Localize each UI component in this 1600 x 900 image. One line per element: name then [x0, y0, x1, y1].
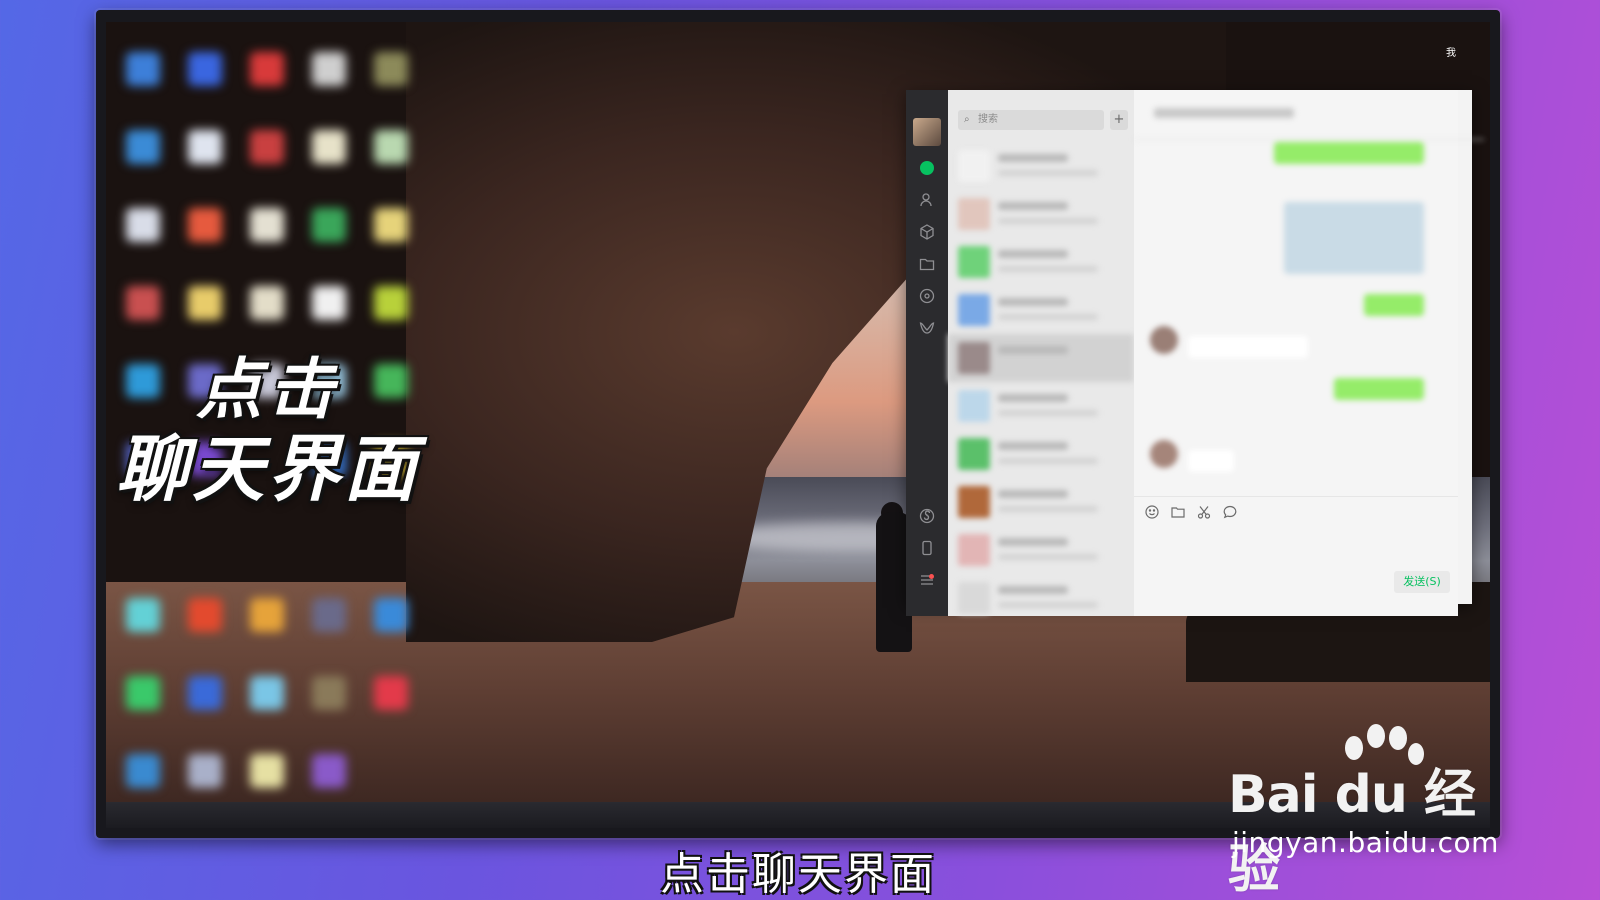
notification-dot [929, 574, 934, 579]
desktop-icon[interactable] [250, 208, 284, 242]
desktop-icon[interactable] [312, 598, 346, 632]
contact-avatar[interactable] [1150, 440, 1178, 468]
chat-list-item[interactable] [948, 478, 1134, 526]
send-button[interactable]: 发送(S) [1394, 571, 1450, 593]
desktop-icon[interactable] [250, 286, 284, 320]
message-bubble-received[interactable] [1188, 336, 1308, 358]
corner-label: 我 [1446, 48, 1456, 59]
message-bubble-received[interactable] [1188, 450, 1234, 472]
favorites-icon[interactable] [916, 224, 938, 246]
overlay-caption-line2: 聊天界面 [115, 426, 420, 511]
overlay-caption-line1: 点击 [196, 351, 340, 428]
desktop-icon[interactable] [374, 598, 408, 632]
chat-list-item[interactable] [948, 430, 1134, 478]
desktop-icon[interactable] [312, 754, 346, 788]
phone-icon[interactable] [916, 540, 938, 562]
desktop-icon[interactable] [188, 208, 222, 242]
channels-icon[interactable] [916, 320, 938, 342]
chat-list-item[interactable] [948, 142, 1134, 190]
chat-panel[interactable]: 发送(S) [1134, 90, 1484, 616]
chat-list-item[interactable] [948, 574, 1134, 622]
desktop-icon[interactable] [250, 676, 284, 710]
desktop-icon[interactable] [188, 754, 222, 788]
desktop-icon[interactable] [312, 52, 346, 86]
search-input[interactable]: ⌕ 搜索 [958, 110, 1104, 130]
desktop-icon[interactable] [126, 676, 160, 710]
desktop-icon[interactable] [374, 52, 408, 86]
wechat-window: ⌕ 搜索 + 发送(S) [906, 90, 1484, 616]
desktop-icon[interactable] [188, 286, 222, 320]
add-button[interactable]: + [1110, 110, 1128, 130]
desktop-icon[interactable] [188, 676, 222, 710]
desktop-icon[interactable] [188, 52, 222, 86]
chat-list-item[interactable] [948, 526, 1134, 574]
desktop-icon[interactable] [250, 754, 284, 788]
desktop-icon[interactable] [312, 286, 346, 320]
contacts-icon[interactable] [916, 192, 938, 214]
desktop-icon[interactable] [126, 130, 160, 164]
files-icon[interactable] [916, 256, 938, 278]
message-bubble-sent[interactable] [1364, 294, 1424, 316]
desktop-icon[interactable] [126, 52, 160, 86]
video-subtitle: 点击聊天界面 [660, 849, 936, 900]
desktop-icon[interactable] [312, 130, 346, 164]
desktop-icon[interactable] [250, 130, 284, 164]
desktop-icon[interactable] [126, 208, 160, 242]
desktop-icon[interactable] [126, 286, 160, 320]
scissors-icon[interactable] [1194, 505, 1214, 525]
message-bubble-sent[interactable] [1274, 142, 1424, 164]
user-avatar[interactable] [913, 118, 941, 146]
baidu-url: jingyan.baidu.com [1232, 826, 1499, 859]
folder-icon[interactable] [1168, 505, 1188, 525]
desktop-icon[interactable] [312, 208, 346, 242]
menu-icon[interactable] [916, 572, 938, 594]
desktop-icon[interactable] [374, 130, 408, 164]
overlay-caption: 点击 聊天界面 [88, 352, 448, 511]
message-input-area[interactable]: 发送(S) [1134, 496, 1458, 604]
chat-icon[interactable] [916, 160, 938, 182]
desktop-icon[interactable] [374, 208, 408, 242]
chat-list-item[interactable] [948, 238, 1134, 286]
baidu-jingyan-logo: Bai du 经验 [1228, 724, 1518, 900]
mini-program-icon[interactable] [916, 508, 938, 530]
search-placeholder: 搜索 [978, 114, 998, 125]
message-bubble-sent[interactable] [1334, 378, 1424, 400]
chat-list-item[interactable] [948, 190, 1134, 238]
chat-list-item[interactable] [948, 382, 1134, 430]
desktop-icon[interactable] [188, 130, 222, 164]
desktop-icon[interactable] [126, 598, 160, 632]
contact-avatar[interactable] [1150, 326, 1178, 354]
chat-list-item-selected[interactable] [948, 334, 1134, 382]
chat-history-icon[interactable] [1220, 505, 1240, 525]
chat-list-item[interactable] [948, 286, 1134, 334]
moments-icon[interactable] [916, 288, 938, 310]
emoji-icon[interactable] [1142, 505, 1162, 525]
desktop-icon[interactable] [188, 598, 222, 632]
desktop-icon[interactable] [312, 676, 346, 710]
message-image[interactable] [1284, 202, 1424, 274]
chat-list-panel: ⌕ 搜索 + [948, 90, 1134, 616]
search-icon: ⌕ [964, 114, 970, 125]
desktop-icon[interactable] [126, 754, 160, 788]
chat-header [1134, 90, 1484, 140]
wechat-sidebar [906, 90, 948, 616]
desktop-icon[interactable] [374, 286, 408, 320]
desktop-icon[interactable] [250, 52, 284, 86]
desktop-icon[interactable] [374, 676, 408, 710]
desktop-icon[interactable] [250, 598, 284, 632]
